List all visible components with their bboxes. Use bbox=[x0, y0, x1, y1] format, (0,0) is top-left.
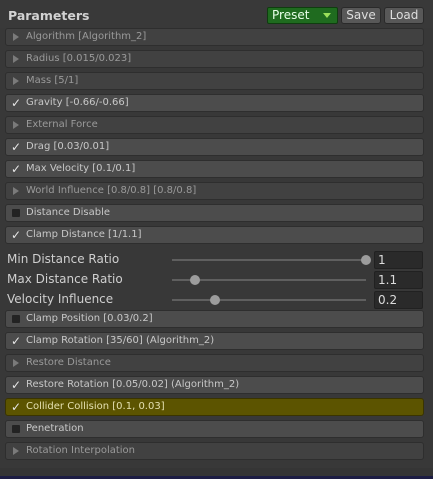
parameter-label: Restore Distance bbox=[26, 357, 111, 368]
checkbox[interactable] bbox=[12, 425, 20, 433]
parameter-label: Drag [0.03/0.01] bbox=[26, 141, 110, 152]
checkmark-icon[interactable]: ✓ bbox=[11, 334, 21, 348]
foldout-arrow-icon[interactable] bbox=[13, 187, 19, 195]
parameter-row[interactable]: ✓ Restore Rotation [0.05/0.02] (Algorithm… bbox=[5, 376, 424, 394]
checkmark-icon[interactable]: ✓ bbox=[11, 140, 21, 154]
parameter-row[interactable]: Distance Disable bbox=[5, 204, 424, 222]
parameter-row[interactable]: Algorithm [Algorithm_2] bbox=[5, 28, 424, 46]
foldout-arrow-icon[interactable] bbox=[13, 121, 19, 129]
parameter-row[interactable]: World Influence [0.8/0.8] [0.8/0.8] bbox=[5, 182, 424, 200]
checkbox[interactable] bbox=[12, 209, 20, 217]
parameter-row[interactable]: ✓ Clamp Distance [1/1.1] bbox=[5, 226, 424, 244]
parameter-label: Algorithm [Algorithm_2] bbox=[26, 31, 147, 42]
parameter-label: External Force bbox=[26, 119, 98, 130]
slider-track[interactable] bbox=[172, 275, 366, 285]
checkmark-icon[interactable]: ✓ bbox=[11, 96, 21, 110]
slider-label: Velocity Influence bbox=[7, 292, 114, 306]
parameter-row[interactable]: Radius [0.015/0.023] bbox=[5, 50, 424, 68]
parameter-label: Distance Disable bbox=[26, 207, 110, 218]
parameter-row[interactable]: Penetration bbox=[5, 420, 424, 438]
slider-thumb[interactable] bbox=[209, 295, 220, 305]
parameter-row[interactable]: ✓ Drag [0.03/0.01] bbox=[5, 138, 424, 156]
checkmark-icon[interactable]: ✓ bbox=[11, 378, 21, 392]
parameter-row[interactable]: Restore Distance bbox=[5, 354, 424, 372]
parameter-row[interactable]: ✓ Collider Collision [0.1, 0.03] bbox=[5, 398, 424, 416]
slider-thumb[interactable] bbox=[190, 275, 201, 285]
value-field[interactable]: 1.1 bbox=[374, 271, 423, 289]
parameter-label: Max Velocity [0.1/0.1] bbox=[26, 163, 136, 174]
inspector-header: Parameters Preset Save Load bbox=[0, 0, 433, 28]
parameter-label: Restore Rotation [0.05/0.02] (Algorithm_… bbox=[26, 379, 240, 390]
parameter-label: Clamp Distance [1/1.1] bbox=[26, 229, 142, 240]
parameter-label: Rotation Interpolation bbox=[26, 445, 135, 456]
dropdown-arrow-icon bbox=[323, 13, 331, 18]
parameter-label: Radius [0.015/0.023] bbox=[26, 53, 132, 64]
slider-track[interactable] bbox=[172, 295, 366, 305]
value-field[interactable]: 0.2 bbox=[374, 291, 423, 309]
parameter-label: World Influence [0.8/0.8] [0.8/0.8] bbox=[26, 185, 197, 196]
parameter-row[interactable]: Clamp Position [0.03/0.2] bbox=[5, 310, 424, 328]
slider-label: Min Distance Ratio bbox=[7, 252, 120, 266]
checkmark-icon[interactable]: ✓ bbox=[11, 400, 21, 414]
parameter-row[interactable]: ✓ Gravity [-0.66/-0.66] bbox=[5, 94, 424, 112]
checkmark-icon[interactable]: ✓ bbox=[11, 162, 21, 176]
foldout-arrow-icon[interactable] bbox=[13, 359, 19, 367]
foldout-arrow-icon[interactable] bbox=[13, 77, 19, 85]
parameter-row[interactable]: Rotation Interpolation bbox=[5, 442, 424, 460]
slider-thumb[interactable] bbox=[361, 255, 371, 265]
load-button[interactable]: Load bbox=[384, 7, 424, 24]
panel-title: Parameters bbox=[8, 8, 90, 23]
parameter-label: Gravity [-0.66/-0.66] bbox=[26, 97, 129, 108]
checkbox[interactable] bbox=[12, 315, 20, 323]
foldout-arrow-icon[interactable] bbox=[13, 33, 19, 41]
parameter-label: Mass [5/1] bbox=[26, 75, 79, 86]
parameter-label: Penetration bbox=[26, 423, 84, 434]
parameter-row[interactable]: Mass [5/1] bbox=[5, 72, 424, 90]
slider-label: Max Distance Ratio bbox=[7, 272, 123, 286]
save-button[interactable]: Save bbox=[341, 7, 381, 24]
preset-dropdown[interactable]: Preset bbox=[267, 7, 338, 24]
parameter-row[interactable]: External Force bbox=[5, 116, 424, 134]
parameter-label: Collider Collision [0.1, 0.03] bbox=[26, 401, 165, 412]
preset-label: Preset bbox=[272, 8, 310, 22]
parameter-label: Clamp Position [0.03/0.2] bbox=[26, 313, 153, 324]
parameter-row[interactable]: ✓ Clamp Rotation [35/60] (Algorithm_2) bbox=[5, 332, 424, 350]
parameter-label: Clamp Rotation [35/60] (Algorithm_2) bbox=[26, 335, 215, 346]
foldout-arrow-icon[interactable] bbox=[13, 55, 19, 63]
parameter-row[interactable]: ✓ Max Velocity [0.1/0.1] bbox=[5, 160, 424, 178]
checkmark-icon[interactable]: ✓ bbox=[11, 228, 21, 242]
foldout-arrow-icon[interactable] bbox=[13, 447, 19, 455]
value-field[interactable]: 1 bbox=[374, 251, 423, 269]
slider-track[interactable] bbox=[172, 255, 371, 265]
